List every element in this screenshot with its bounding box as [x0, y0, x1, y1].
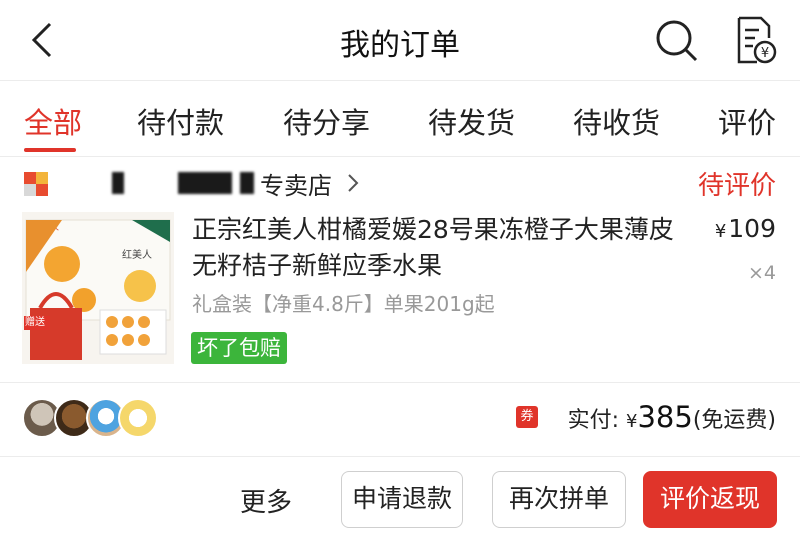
refund-button[interactable]: 申请退款: [341, 471, 463, 528]
product-title[interactable]: 正宗红美人柑橘爱媛28号果冻橙子大果薄皮无籽桔子新鲜应季水果: [192, 212, 692, 284]
shop-name[interactable]: 专卖店: [260, 166, 332, 201]
order-status: 待评价: [697, 171, 776, 201]
tab-review[interactable]: 评价: [718, 100, 776, 142]
review-cashback-button[interactable]: 评价返现: [643, 471, 777, 528]
product-spec: 礼盒装【净重4.8斤】单果201g起: [192, 292, 495, 316]
redacted-text: [178, 172, 232, 194]
shop-row[interactable]: 专卖店 待评价: [0, 158, 800, 208]
redacted-text: [240, 172, 254, 194]
divider: [0, 156, 800, 157]
coupon-icon: 券: [516, 406, 538, 428]
more-button[interactable]: 更多: [240, 482, 292, 519]
divider: [0, 456, 800, 457]
tab-all[interactable]: 全部: [24, 100, 82, 142]
tab-pending-payment[interactable]: 待付款: [137, 100, 224, 142]
redacted-text: [112, 172, 124, 194]
svg-text:¥: ¥: [761, 46, 769, 61]
divider: [0, 382, 800, 383]
chevron-right-icon: [346, 173, 360, 193]
group-avatars[interactable]: [22, 398, 162, 438]
tab-pending-shipment[interactable]: 待发货: [428, 100, 515, 142]
top-nav-bar: 我的订单 ¥: [0, 0, 800, 80]
avatar: [118, 398, 158, 438]
product-thumbnail[interactable]: 红美人 红美人 赠送: [22, 212, 174, 364]
tab-pending-share[interactable]: 待分享: [283, 100, 370, 142]
divider: [0, 80, 800, 81]
order-tabs: 全部 待付款 待分享 待发货 待收货 评价: [0, 82, 800, 156]
shop-logo: [24, 172, 64, 196]
product-price: ¥109: [714, 214, 776, 243]
svg-text:红美人: 红美人: [122, 248, 152, 261]
gift-label: 赠送: [25, 317, 45, 328]
tab-pending-receipt[interactable]: 待收货: [573, 100, 660, 142]
paid-total: 实付: ¥385(免运费): [567, 400, 776, 434]
reorder-button[interactable]: 再次拼单: [492, 471, 626, 528]
active-tab-indicator: [24, 148, 76, 152]
invoice-icon[interactable]: ¥: [733, 14, 779, 66]
search-icon[interactable]: [652, 16, 700, 64]
guarantee-badge: 坏了包赔: [191, 332, 287, 364]
product-quantity: ×4: [747, 262, 776, 284]
